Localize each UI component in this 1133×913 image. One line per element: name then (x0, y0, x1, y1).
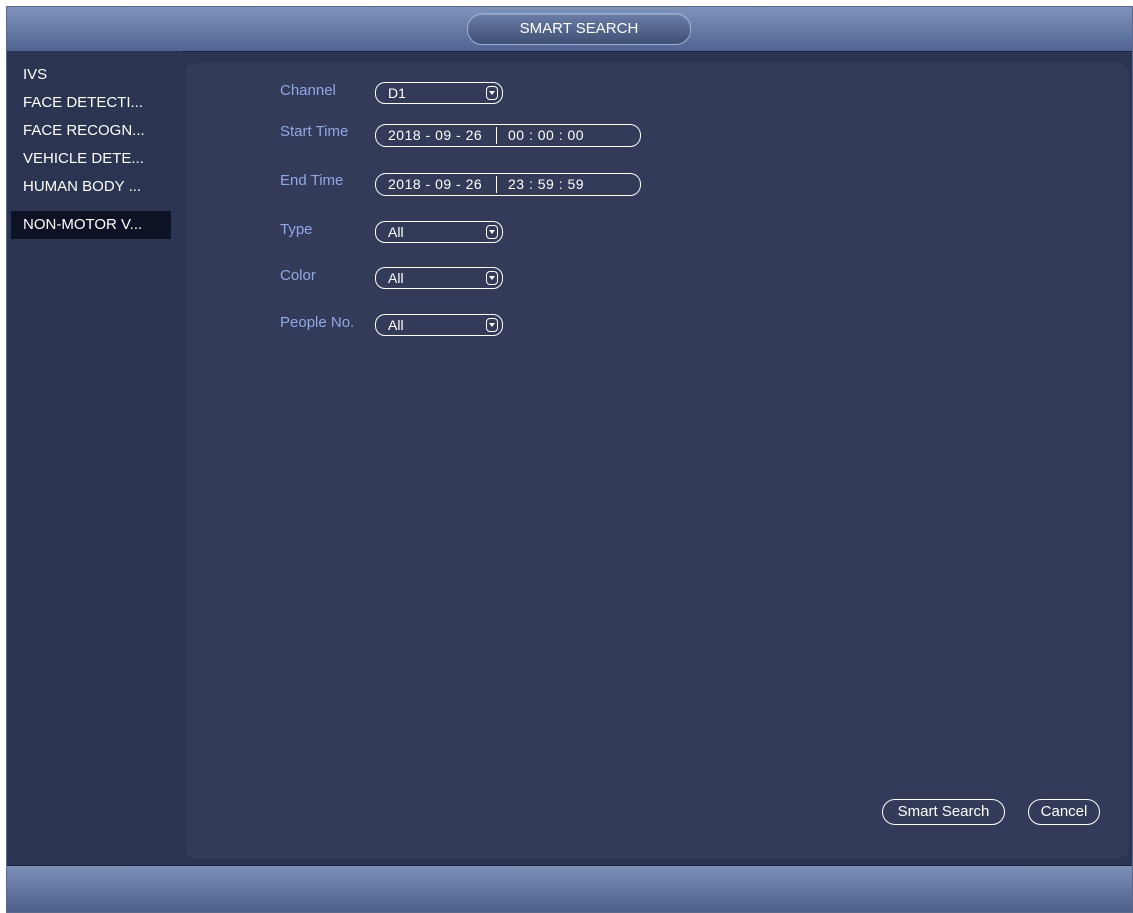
smart-search-window: SMART SEARCH IVS FACE DETECTI... FACE RE… (6, 6, 1133, 913)
sidebar-item-face-recognition[interactable]: FACE RECOGN... (11, 117, 171, 145)
people-no-select[interactable]: All (375, 314, 503, 336)
field-divider (496, 127, 497, 144)
field-divider (496, 176, 497, 193)
channel-label: Channel (280, 82, 336, 99)
window-title: SMART SEARCH (467, 13, 691, 45)
sidebar-item-ivs[interactable]: IVS (11, 61, 171, 89)
start-time-value[interactable]: 00 : 00 : 00 (508, 125, 584, 146)
sidebar: IVS FACE DETECTI... FACE RECOGN... VEHIC… (7, 51, 181, 864)
end-time-value[interactable]: 23 : 59 : 59 (508, 174, 584, 195)
smart-search-button[interactable]: Smart Search (882, 799, 1005, 825)
type-select[interactable]: All (375, 221, 503, 243)
color-select[interactable]: All (375, 267, 503, 289)
end-time-label: End Time (280, 172, 344, 189)
color-value: All (388, 270, 404, 286)
people-no-value: All (388, 317, 404, 333)
sidebar-item-face-detection[interactable]: FACE DETECTI... (11, 89, 171, 117)
chevron-down-icon (486, 318, 498, 332)
channel-select[interactable]: D1 (375, 82, 503, 104)
type-value: All (388, 224, 404, 240)
start-time-field[interactable]: 2018 - 09 - 26 00 : 00 : 00 (375, 124, 641, 147)
sidebar-item-non-motor-vehicle[interactable]: NON-MOTOR V... (11, 211, 171, 239)
end-date-value[interactable]: 2018 - 09 - 26 (388, 174, 482, 195)
people-no-label: People No. (280, 314, 355, 331)
chevron-down-icon (486, 86, 498, 100)
start-time-label: Start Time (280, 123, 349, 140)
color-label: Color (280, 267, 316, 284)
sidebar-item-vehicle-detection[interactable]: VEHICLE DETE... (11, 145, 171, 173)
chevron-down-icon (486, 225, 498, 239)
sidebar-item-human-body[interactable]: HUMAN BODY ... (11, 173, 171, 201)
title-bar: SMART SEARCH (7, 7, 1132, 52)
chevron-down-icon (486, 271, 498, 285)
type-label: Type (280, 221, 313, 238)
end-time-field[interactable]: 2018 - 09 - 26 23 : 59 : 59 (375, 173, 641, 196)
bottom-bar (7, 865, 1132, 912)
channel-value: D1 (388, 85, 406, 101)
search-panel: Channel D1 Start Time 2018 - 09 - 26 00 … (185, 63, 1129, 859)
start-date-value[interactable]: 2018 - 09 - 26 (388, 125, 482, 146)
cancel-button[interactable]: Cancel (1028, 799, 1100, 825)
